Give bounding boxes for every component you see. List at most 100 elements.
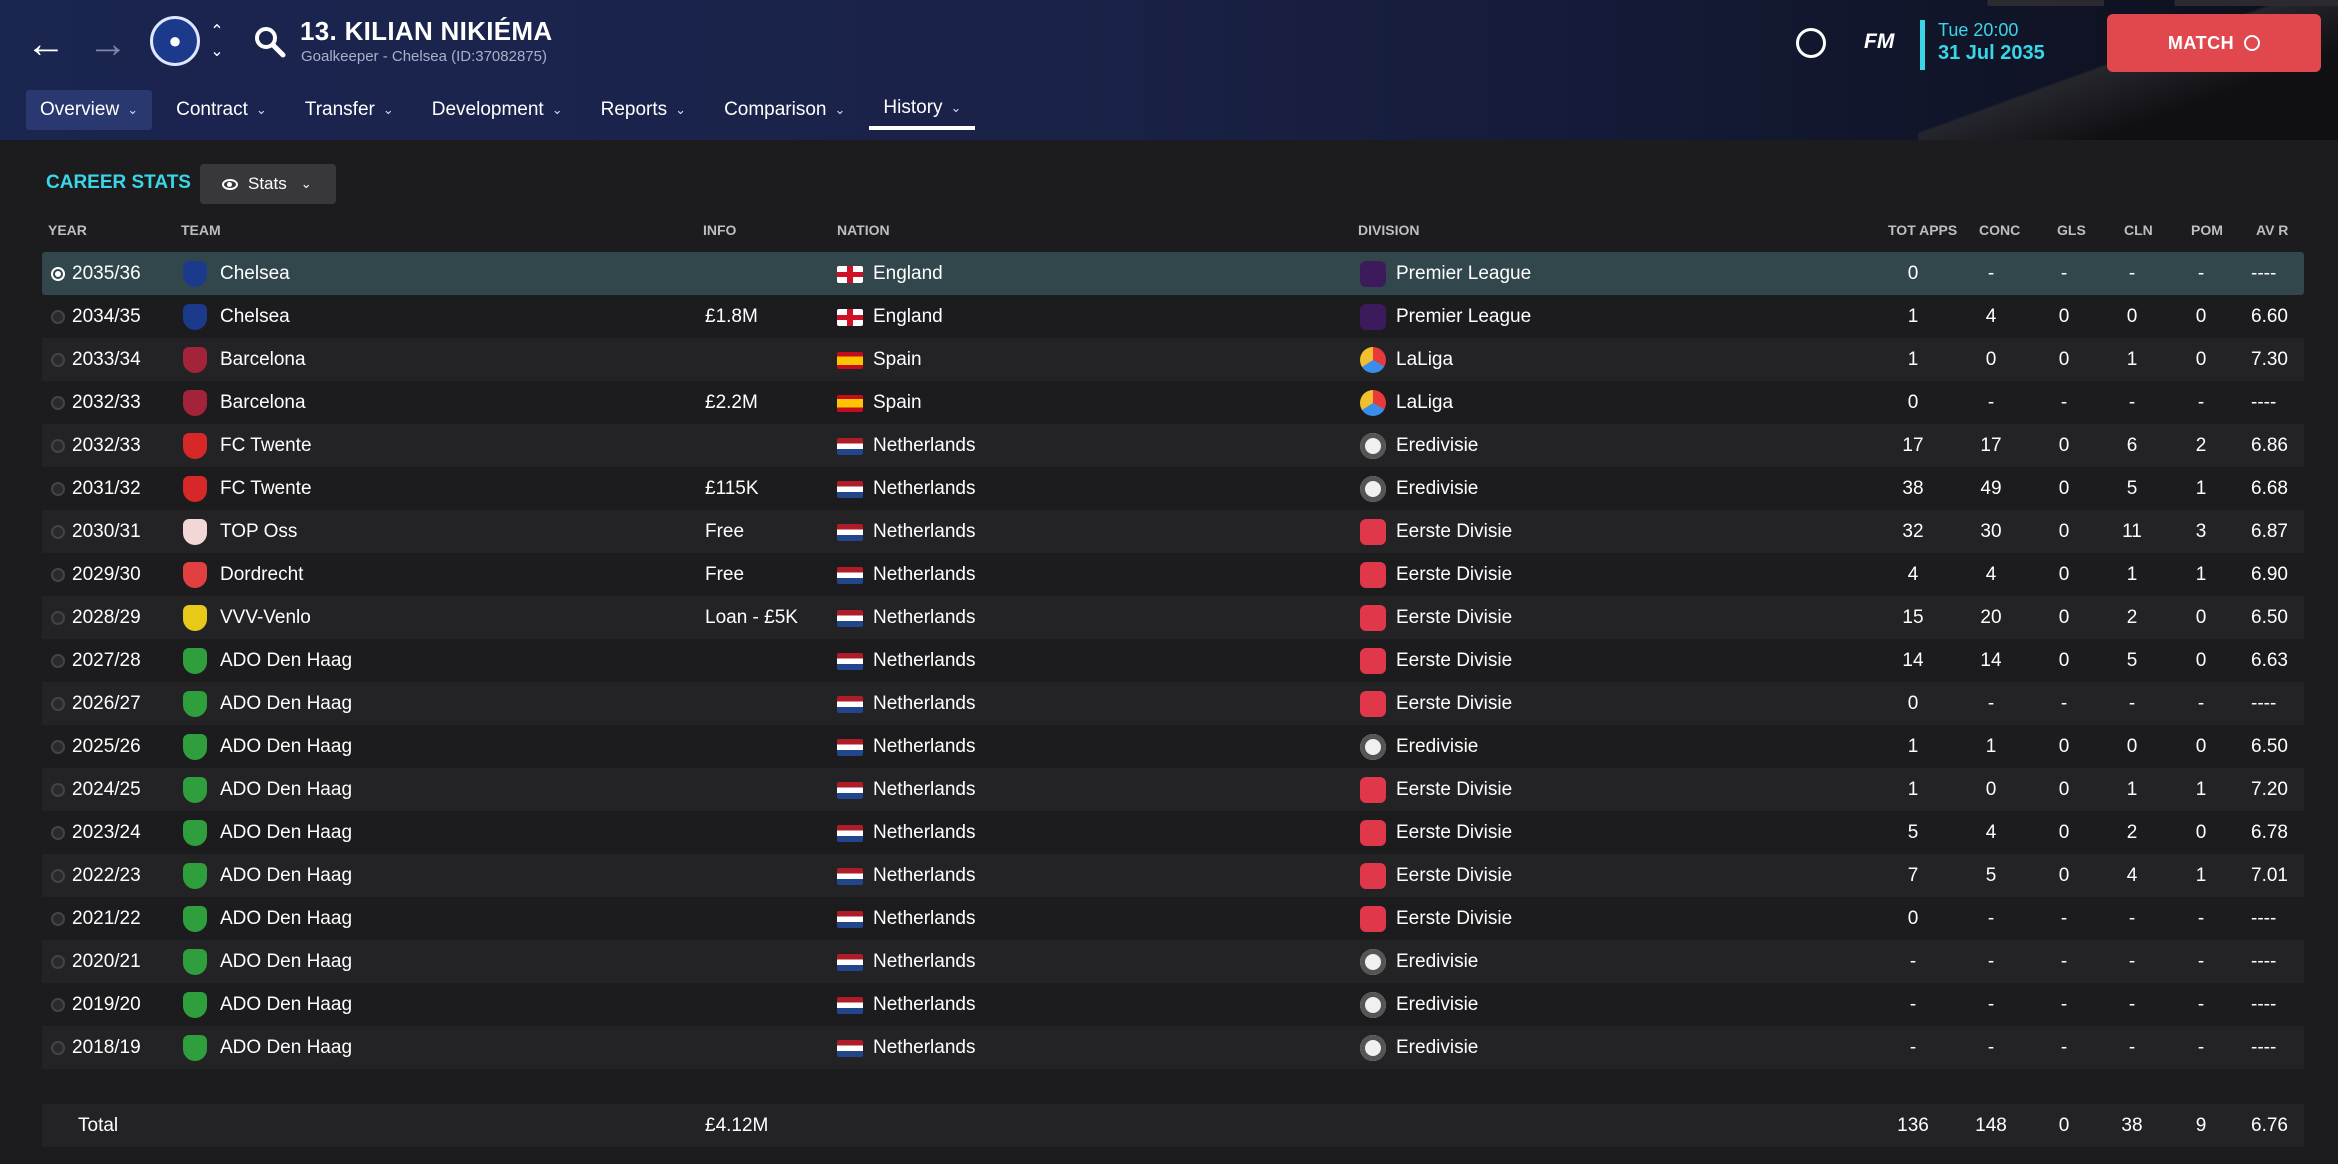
row-nation[interactable]: Netherlands [873,779,975,801]
row-team[interactable]: ADO Den Haag [220,693,352,715]
row-division[interactable]: Eredivisie [1396,435,1478,457]
column-header-nation[interactable]: NATION [837,222,890,238]
team-crest-icon[interactable] [183,949,207,975]
row-team[interactable]: ADO Den Haag [220,650,352,672]
chelsea-crest-icon[interactable]: ● [150,16,200,66]
table-row[interactable]: 2032/33 FC Twente Netherlands Eredivisie 17 1… [42,424,2304,467]
table-row[interactable]: 2018/19 ADO Den Haag Netherlands Eredivisie… [42,1026,2304,1069]
row-select-radio[interactable] [51,267,65,281]
team-crest-icon[interactable] [183,648,207,674]
column-header-cln[interactable]: CLN [2124,222,2153,238]
row-nation[interactable]: Netherlands [873,607,975,629]
team-crest-icon[interactable] [183,906,207,932]
column-header-year[interactable]: YEAR [48,222,87,238]
team-crest-icon[interactable] [183,605,207,631]
tab-transfer[interactable]: Transfer ⌄ [291,90,408,130]
table-row[interactable]: 2020/21 ADO Den Haag Netherlands Eredivisie… [42,940,2304,983]
row-nation[interactable]: Spain [873,392,922,414]
row-team[interactable]: ADO Den Haag [220,994,352,1016]
column-header-pom[interactable]: POM [2191,222,2223,238]
team-crest-icon[interactable] [183,433,207,459]
team-crest-icon[interactable] [183,734,207,760]
table-row[interactable]: 2021/22 ADO Den Haag Netherlands Eerste Div… [42,897,2304,940]
view-dropdown-button[interactable]: Stats ⌄ [200,164,336,204]
row-nation[interactable]: Netherlands [873,521,975,543]
row-nation[interactable]: Netherlands [873,564,975,586]
row-select-radio[interactable] [51,654,65,668]
team-crest-icon[interactable] [183,390,207,416]
team-crest-icon[interactable] [183,347,207,373]
team-crest-icon[interactable] [183,691,207,717]
table-row[interactable]: 2033/34 Barcelona Spain LaLiga 1 0 0 1 0 7.30 [42,338,2304,381]
table-row[interactable]: 2019/20 ADO Den Haag Netherlands Eredivisie… [42,983,2304,1026]
tab-comparison[interactable]: Comparison ⌄ [710,90,859,130]
search-icon[interactable] [252,24,288,60]
row-select-radio[interactable] [51,912,65,926]
row-select-radio[interactable] [51,783,65,797]
row-nation[interactable]: Netherlands [873,908,975,930]
row-select-radio[interactable] [51,353,65,367]
row-select-radio[interactable] [51,439,65,453]
row-nation[interactable]: Netherlands [873,951,975,973]
row-nation[interactable]: Netherlands [873,1037,975,1059]
row-division[interactable]: Eredivisie [1396,1037,1478,1059]
row-select-radio[interactable] [51,525,65,539]
team-crest-icon[interactable] [183,562,207,588]
row-division[interactable]: Eerste Divisie [1396,607,1512,629]
row-division[interactable]: Eerste Divisie [1396,865,1512,887]
row-division[interactable]: Eredivisie [1396,994,1478,1016]
team-crest-icon[interactable] [183,261,207,287]
row-select-radio[interactable] [51,310,65,324]
row-select-radio[interactable] [51,1041,65,1055]
row-division[interactable]: LaLiga [1396,392,1453,414]
row-team[interactable]: Chelsea [220,306,290,328]
row-select-radio[interactable] [51,740,65,754]
column-header-info[interactable]: INFO [703,222,736,238]
row-nation[interactable]: Netherlands [873,994,975,1016]
row-select-radio[interactable] [51,869,65,883]
table-row[interactable]: 2032/33 Barcelona £2.2M Spain LaLiga 0- - - - ---… [42,381,2304,424]
match-button[interactable]: MATCH [2107,14,2321,72]
tab-contract[interactable]: Contract ⌄ [162,90,281,130]
row-nation[interactable]: England [873,263,943,285]
row-select-radio[interactable] [51,482,65,496]
row-select-radio[interactable] [51,955,65,969]
player-switch-arrows-icon[interactable]: ⌃ ⌄ [208,22,226,66]
column-header-apps[interactable]: TOT APPS [1888,222,1957,238]
row-division[interactable]: Eredivisie [1396,736,1478,758]
row-team[interactable]: VVV-Venlo [220,607,311,629]
row-select-radio[interactable] [51,697,65,711]
forward-arrow-icon[interactable]: → [80,18,136,70]
row-team[interactable]: Barcelona [220,392,306,414]
row-team[interactable]: ADO Den Haag [220,736,352,758]
row-nation[interactable]: Netherlands [873,822,975,844]
table-row[interactable]: 2035/36 Chelsea England Premier League 0- - - -… [42,252,2304,295]
team-crest-icon[interactable] [183,992,207,1018]
row-nation[interactable]: Netherlands [873,736,975,758]
row-team[interactable]: FC Twente [220,435,312,457]
row-select-radio[interactable] [51,396,65,410]
row-select-radio[interactable] [51,611,65,625]
row-team[interactable]: ADO Den Haag [220,865,352,887]
row-team[interactable]: ADO Den Haag [220,822,352,844]
tab-reports[interactable]: Reports ⌄ [587,90,700,130]
table-row[interactable]: 2031/32 FC Twente £115K Netherlands Eredivis… [42,467,2304,510]
table-row[interactable]: 2025/26 ADO Den Haag Netherlands Eredivisie… [42,725,2304,768]
team-crest-icon[interactable] [183,519,207,545]
row-nation[interactable]: Netherlands [873,693,975,715]
back-arrow-icon[interactable]: ← [18,18,74,70]
row-team[interactable]: Dordrecht [220,564,303,586]
row-team[interactable]: ADO Den Haag [220,908,352,930]
fm-logo[interactable]: FM [1864,30,1894,54]
row-select-radio[interactable] [51,826,65,840]
team-crest-icon[interactable] [183,820,207,846]
row-team[interactable]: ADO Den Haag [220,1037,352,1059]
team-crest-icon[interactable] [183,777,207,803]
column-header-avr[interactable]: AV R [2256,222,2288,238]
row-select-radio[interactable] [51,998,65,1012]
tab-overview[interactable]: Overview ⌄ [26,90,153,130]
table-row[interactable]: 2023/24 ADO Den Haag Netherlands Eerste Div… [42,811,2304,854]
table-row[interactable]: 2030/31 TOP Oss Free Netherlands Eerste Divi… [42,510,2304,553]
table-row[interactable]: 2028/29 VVV-Venlo Loan - £5K Netherlands Eer… [42,596,2304,639]
row-division[interactable]: Eredivisie [1396,951,1478,973]
